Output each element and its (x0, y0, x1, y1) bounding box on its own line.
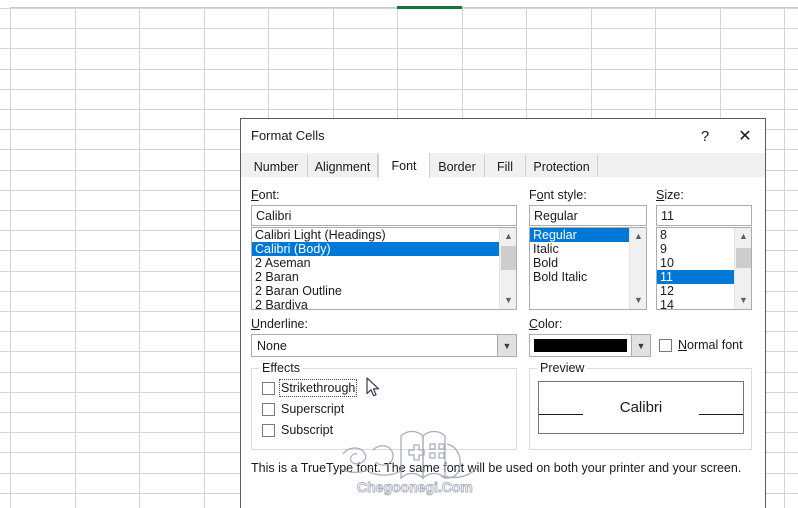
scroll-down-icon[interactable]: ▼ (500, 292, 516, 309)
checkbox-box[interactable] (659, 338, 672, 352)
effects-group: Effects Strikethrough Superscript Subscrip… (251, 361, 517, 450)
scroll-up-icon[interactable]: ▲ (735, 228, 751, 245)
preview-rule-right (699, 414, 743, 415)
preview-rule-left (539, 414, 583, 415)
color-swatch (534, 339, 627, 352)
font-style-list-items[interactable]: Regular Italic Bold Bold Italic (530, 228, 629, 309)
scroll-down-icon[interactable]: ▼ (630, 292, 646, 309)
gridline-horizontal (0, 89, 798, 90)
dialog-titlebar: Format Cells ? ✕ (241, 119, 765, 153)
effect-label: Strikethrough (278, 379, 358, 397)
size-label: Size: (656, 188, 684, 202)
effect-checkbox-subscript[interactable]: Subscript (262, 423, 333, 437)
tab-border[interactable]: Border (430, 155, 485, 178)
effect-checkbox-strikethrough[interactable]: Strikethrough (262, 379, 358, 397)
effect-label: Superscript (281, 402, 345, 416)
size-input[interactable]: 11 (656, 205, 752, 226)
tab-number[interactable]: Number (245, 155, 308, 178)
color-label: Color: (529, 317, 563, 331)
size-list-item[interactable]: 14 (657, 298, 734, 309)
size-list-scrollbar[interactable]: ▲ ▼ (734, 228, 751, 309)
scroll-down-icon[interactable]: ▼ (735, 292, 751, 309)
gridline-horizontal (0, 48, 798, 49)
effects-title: Effects (259, 361, 303, 375)
color-dropdown[interactable]: ▼ (529, 334, 651, 357)
format-cells-dialog: Format Cells ? ✕ Number Alignment Font Bord… (240, 118, 766, 508)
chevron-down-icon[interactable]: ▼ (497, 335, 516, 356)
truetype-note: This is a TrueType font. The same font w… (251, 461, 742, 475)
tab-fill[interactable]: Fill (485, 155, 526, 178)
gridline-vertical (139, 8, 140, 508)
tab-protection[interactable]: Protection (526, 155, 598, 178)
effect-label: Subscript (281, 423, 334, 437)
gridline-vertical (204, 8, 205, 508)
font-list-item[interactable]: Calibri Light (Headings) (252, 228, 499, 242)
font-listbox[interactable]: Calibri Light (Headings) Calibri (Body) 2 … (251, 227, 517, 310)
preview-title: Preview (537, 361, 588, 375)
dialog-tabstrip: Number Alignment Font Border Fill Protection (241, 153, 765, 178)
font-style-list-item[interactable]: Regular (530, 228, 629, 242)
size-list-items[interactable]: 8 9 10 11 12 14 (657, 228, 734, 309)
scroll-up-icon[interactable]: ▲ (500, 228, 516, 245)
tab-font[interactable]: Font (378, 153, 430, 178)
size-list-item[interactable]: 12 (657, 284, 734, 298)
checkbox-box[interactable] (262, 423, 275, 437)
font-preview-box: Calibri (538, 381, 744, 434)
dialog-title: Format Cells (251, 128, 325, 143)
normal-font-label: Normal font (678, 338, 743, 352)
underline-dropdown[interactable]: None ▼ (251, 334, 517, 357)
scrollbar-thumb[interactable] (501, 246, 516, 270)
font-list-item[interactable]: 2 Bardiya (252, 298, 499, 309)
font-label: Font: (251, 188, 280, 202)
font-style-label: Font style: (529, 188, 587, 202)
font-style-input[interactable]: Regular (529, 205, 647, 226)
font-style-list-item[interactable]: Bold Italic (530, 270, 629, 284)
font-style-scrollbar[interactable]: ▲ ▼ (629, 228, 646, 309)
underline-value: None (257, 338, 287, 353)
preview-sample-text: Calibri (619, 399, 663, 416)
gridline-horizontal (0, 69, 798, 70)
chevron-down-icon[interactable]: ▼ (631, 335, 650, 356)
size-list-item[interactable]: 11 (657, 270, 734, 284)
size-list-item[interactable]: 9 (657, 242, 734, 256)
font-input[interactable]: Calibri (251, 205, 517, 226)
font-list-item[interactable]: Calibri (Body) (252, 242, 499, 256)
normal-font-checkbox[interactable]: Normal font (659, 338, 743, 352)
gridline-vertical (10, 8, 11, 508)
size-list-item[interactable]: 10 (657, 256, 734, 270)
font-list-item[interactable]: 2 Baran Outline (252, 284, 499, 298)
gridline-horizontal (0, 109, 798, 110)
font-list-item[interactable]: 2 Aseman (252, 256, 499, 270)
gridline-horizontal (0, 28, 798, 29)
font-tab-panel: Font: Font style: Size: Calibri Calibri … (241, 178, 765, 508)
scrollbar-thumb[interactable] (736, 248, 751, 268)
checkbox-box[interactable] (262, 381, 275, 395)
font-style-listbox[interactable]: Regular Italic Bold Bold Italic ▲ ▼ (529, 227, 647, 310)
underline-label: Underline: (251, 317, 308, 331)
mouse-pointer-icon (366, 377, 382, 399)
font-list-scrollbar[interactable]: ▲ ▼ (499, 228, 516, 309)
color-value-wrap (530, 339, 631, 352)
font-list-items[interactable]: Calibri Light (Headings) Calibri (Body) 2 … (252, 228, 499, 309)
font-list-item[interactable]: 2 Baran (252, 270, 499, 284)
gridline-vertical (75, 8, 76, 508)
font-style-list-item[interactable]: Bold (530, 256, 629, 270)
help-icon[interactable]: ? (687, 119, 723, 153)
size-list-item[interactable]: 8 (657, 228, 734, 242)
size-listbox[interactable]: 8 9 10 11 12 14 ▲ ▼ (656, 227, 752, 310)
active-column-indicator (397, 6, 462, 9)
preview-group: Preview Calibri (529, 361, 752, 450)
tab-alignment[interactable]: Alignment (308, 155, 378, 178)
close-icon[interactable]: ✕ (727, 119, 763, 153)
screen: Format Cells ? ✕ Number Alignment Font Bord… (0, 0, 798, 508)
checkbox-box[interactable] (262, 402, 275, 416)
scroll-up-icon[interactable]: ▲ (630, 228, 646, 245)
gridline-vertical (784, 8, 785, 508)
font-style-list-item[interactable]: Italic (530, 242, 629, 256)
effect-checkbox-superscript[interactable]: Superscript (262, 402, 344, 416)
